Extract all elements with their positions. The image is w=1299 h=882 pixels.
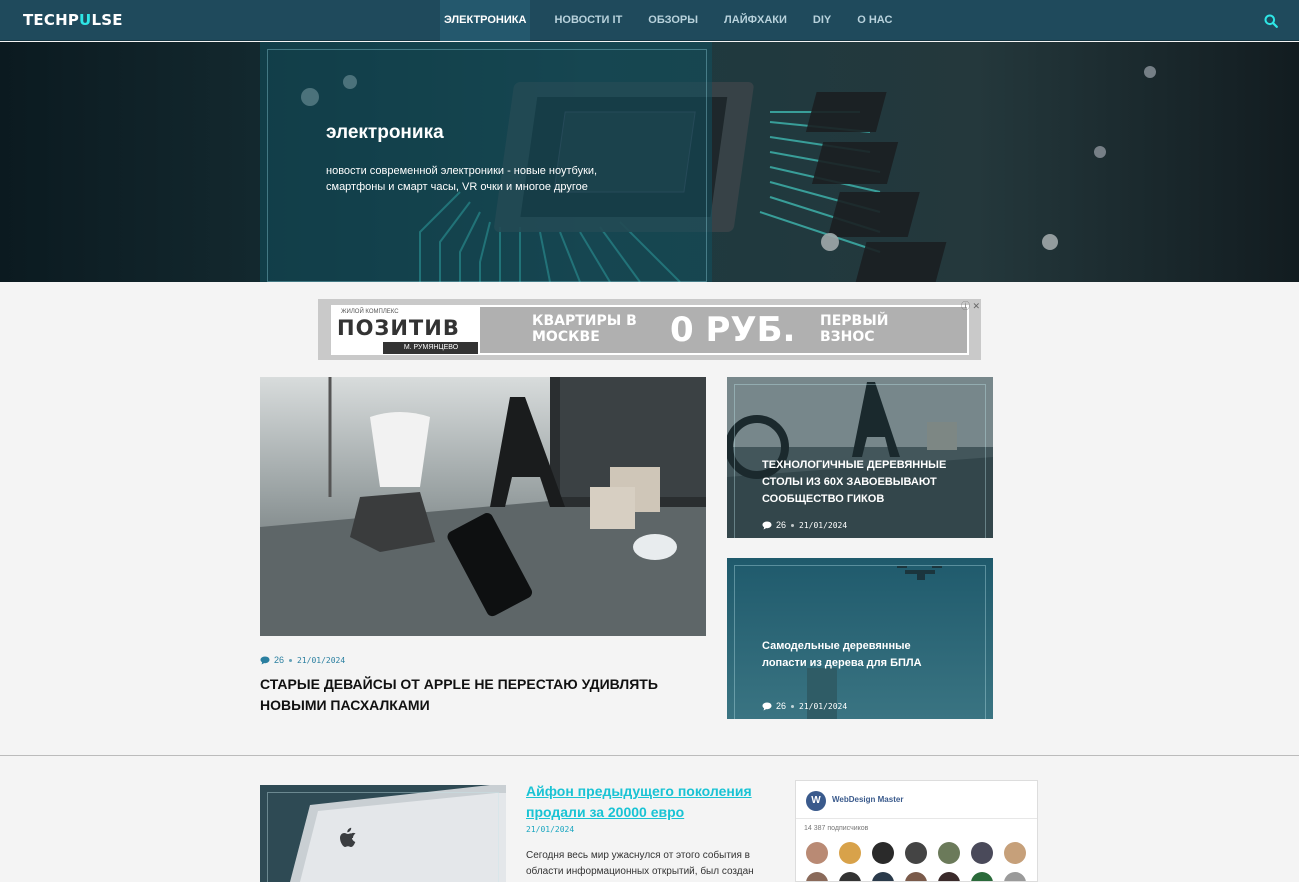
side-post-meta: 26 21/01/2024: [762, 520, 847, 530]
post-date: 21/01/2024: [799, 701, 848, 711]
avatar[interactable]: [872, 872, 894, 881]
side-post-title[interactable]: Технологичные деревянные столы из 60х за…: [762, 457, 962, 508]
search-icon[interactable]: [1264, 14, 1278, 28]
side-post-card[interactable]: Технологичные деревянные столы из 60х за…: [727, 377, 993, 538]
article-title[interactable]: Айфон предыдущего поколения продали за 2…: [526, 781, 776, 823]
site-header: TECHPULSE ЭЛЕКТРОНИКА НОВОСТИ IT ОБЗОРЫ …: [0, 0, 1299, 41]
article-date: 21/01/2024: [526, 825, 575, 834]
ad-offer-note: ПЕРВЫЙ ВЗНОС: [820, 313, 889, 345]
community-avatar[interactable]: W: [806, 791, 826, 811]
community-widget[interactable]: W WebDesign Master 14 387 подписчиков: [795, 780, 1038, 882]
nav-item-diy[interactable]: DIY: [800, 0, 844, 41]
widget-divider: [796, 818, 1037, 819]
avatar[interactable]: [872, 842, 894, 864]
featured-post-image[interactable]: [260, 377, 706, 636]
category-hero: электроника новости современной электрон…: [0, 42, 1299, 282]
side-post-card[interactable]: Самодельные деревянные лопасти из дерева…: [727, 558, 993, 719]
avatar[interactable]: [806, 872, 828, 881]
site-logo[interactable]: TECHPULSE: [23, 11, 123, 29]
ad-brand-location: М. РУМЯНЦЕВО: [383, 342, 479, 354]
avatar[interactable]: [938, 842, 960, 864]
article-excerpt: Сегодня весь мир ужаснулся от этого собы…: [526, 850, 754, 877]
comment-count[interactable]: 26: [762, 701, 786, 711]
comment-count[interactable]: 26: [762, 520, 786, 530]
meta-separator: [791, 523, 795, 527]
meta-separator: [289, 658, 293, 662]
avatar[interactable]: [905, 872, 927, 881]
ad-banner[interactable]: ЖИЛОЙ КОМПЛЕКС ПОЗИТИВ М. РУМЯНЦЕВО КВАР…: [318, 299, 981, 360]
avatar[interactable]: [1004, 872, 1026, 881]
avatar[interactable]: [1004, 842, 1026, 864]
avatar[interactable]: [839, 842, 861, 864]
subscriber-count: 14 387 подписчиков: [804, 825, 869, 832]
post-date: 21/01/2024: [799, 520, 848, 530]
ad-brand-block: ЖИЛОЙ КОМПЛЕКС ПОЗИТИВ М. РУМЯНЦЕВО: [331, 305, 483, 355]
post-date: 21/01/2024: [297, 655, 346, 665]
avatar[interactable]: [839, 872, 861, 881]
category-description: новости современной электроники - новые …: [326, 165, 598, 193]
ad-offer-text: КВАРТИРЫ В МОСКВЕ: [532, 313, 637, 345]
ad-offer-price: 0 РУБ.: [670, 310, 796, 350]
ad-close-icon[interactable]: ⓘ ✕: [961, 299, 980, 312]
category-title: электроника: [326, 122, 444, 143]
nav-item-electronics[interactable]: ЭЛЕКТРОНИКА: [440, 0, 531, 41]
comment-icon: [762, 521, 772, 529]
main-nav: ЭЛЕКТРОНИКА НОВОСТИ IT ОБЗОРЫ ЛАЙФХАКИ D…: [440, 0, 905, 41]
ad-brand-subtitle: ЖИЛОЙ КОМПЛЕКС: [341, 309, 399, 315]
avatar[interactable]: [938, 872, 960, 881]
side-post-title[interactable]: Самодельные деревянные лопасти из дерева…: [762, 638, 952, 672]
featured-post-title[interactable]: Старые девайсы от Apple не перестаю удив…: [260, 674, 690, 716]
comment-icon: [260, 656, 270, 664]
avatar[interactable]: [905, 842, 927, 864]
meta-separator: [791, 704, 795, 708]
avatar[interactable]: [971, 842, 993, 864]
nav-item-lifehacks[interactable]: ЛАЙФХАКИ: [711, 0, 800, 41]
nav-item-it-news[interactable]: НОВОСТИ IT: [541, 0, 635, 41]
nav-item-about[interactable]: О НАС: [844, 0, 905, 41]
article-image[interactable]: [260, 785, 506, 882]
ad-brand-name: ПОЗИТИВ: [337, 316, 460, 340]
featured-photo: [260, 377, 706, 636]
nav-item-reviews[interactable]: ОБЗОРЫ: [635, 0, 711, 41]
side-post-meta: 26 21/01/2024: [762, 701, 847, 711]
ad-offer: КВАРТИРЫ В МОСКВЕ 0 РУБ. ПЕРВЫЙ ВЗНОС: [478, 305, 969, 355]
section-divider: [0, 755, 1299, 756]
comment-icon: [762, 702, 772, 710]
subscriber-avatars: [806, 842, 1031, 881]
comment-count[interactable]: 26: [260, 655, 284, 665]
article-image-frame: [267, 792, 499, 882]
community-name[interactable]: WebDesign Master: [832, 795, 903, 804]
avatar[interactable]: [806, 842, 828, 864]
avatar[interactable]: [971, 872, 993, 881]
featured-post-meta: 26 21/01/2024: [260, 655, 345, 665]
